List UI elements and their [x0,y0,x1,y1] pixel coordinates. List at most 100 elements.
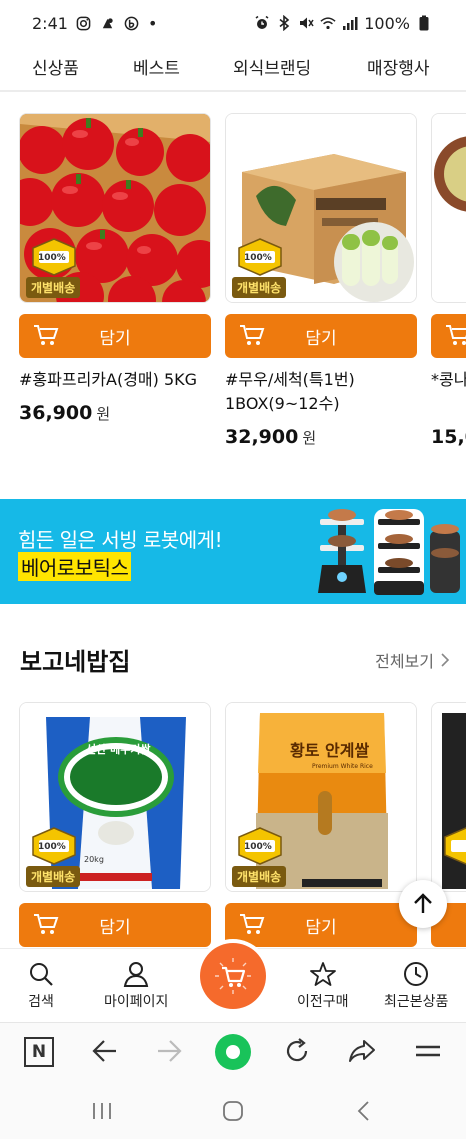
individual-shipping-badge: 개별배송 [232,866,287,887]
tab-new-products[interactable]: 신상품 [32,54,79,79]
product-image-red-paprika[interactable]: 100% 개별배송 [19,113,211,303]
rice-bag-weight: 20kg [84,855,104,864]
person-icon [123,962,149,987]
banner-headline: 힘든 일은 서빙 로봇에게! [18,528,223,552]
add-to-cart-button[interactable]: 담기 [225,314,417,358]
individual-shipping-badge: 개별배송 [232,277,287,298]
share-icon[interactable] [348,1037,376,1065]
product-image-rice-bag-2[interactable]: 황토 안계쌀 Premium White Rice 100% 개별배송 [225,702,417,892]
product-card[interactable]: 황토 안계쌀 Premium White Rice 100% 개별배송 담기 [225,702,417,947]
badge-text: 100% [38,842,66,852]
rice-bag-title: 선산 메뚜기쌀 [86,743,151,756]
add-to-cart-button[interactable]: 담기 [19,903,211,947]
product-name[interactable]: #무우/세척(특1번) 1BOX(9~12수) [225,368,417,416]
tab-store-events[interactable]: 매장행사 [367,54,430,79]
rice-bag-subtitle: Premium White Rice [312,763,373,770]
star-icon [309,962,336,986]
nav-previous-purchase-label: 이전구매 [297,994,349,1010]
app-notification-icon [100,15,116,31]
status-dot: • [147,13,158,33]
cart-icon [33,912,59,941]
product-carousel-top[interactable]: 100% 개별배송 담기 #홍파프리카A(경매) 5KG 36,900 원 10… [0,113,466,463]
section-title: 보고네밥집 [20,648,131,676]
naver-n-label: N [31,1042,47,1062]
tab-restaurant-branding[interactable]: 외식브랜딩 [233,54,311,79]
badge-text: 100% [244,253,272,263]
category-tabs: 신상품 베스트 외식브랜딩 매장행사 [0,46,466,92]
product-price: 36,900 원 [19,402,211,424]
price-value: 32,900 [225,426,299,448]
product-name[interactable]: #홍파프리카A(경매) 5KG [19,368,211,392]
status-bar: 2:41 • 100% [0,0,466,46]
badge-text: 100% [244,842,272,852]
freshness-badge-icon [444,827,466,865]
nav-search-label: 검색 [28,994,54,1010]
status-time: 2:41 [32,13,68,33]
product-card[interactable]: 100% 개별배송 담기 #무우/세척(특1번) 1BOX(9~12수) 32,… [225,113,417,448]
product-carousel-bottom[interactable]: 선산 메뚜기쌀 20kg 100% 개별배송 담기 황토 안계쌀 Premium… [0,702,466,948]
individual-shipping-badge: 개별배송 [26,866,81,887]
product-card[interactable]: 선산 메뚜기쌀 20kg 100% 개별배송 담기 [19,702,211,947]
nav-recently-viewed[interactable]: 최근본상품 [384,961,448,1011]
nav-mypage[interactable]: 마이페이지 [104,961,168,1011]
green-dot-icon [226,1045,240,1059]
view-all-label: 전체보기 [375,652,434,671]
browser-toolbar: N [0,1022,466,1080]
add-to-cart-label: 담기 [99,328,131,349]
battery-percent: 100% [364,13,410,33]
serving-robot-banner[interactable]: 힘든 일은 서빙 로봇에게! 베어로보틱스 [0,499,466,604]
status-left: 2:41 • [32,14,157,33]
banner-brand: 베어로보틱스 [18,552,132,581]
nav-previous-purchase[interactable]: 이전구매 [297,961,349,1011]
cart-icon [239,912,265,941]
product-image-partial[interactable] [431,702,466,892]
add-to-cart-button[interactable]: 담기 [225,903,417,947]
product-image-radish-box[interactable]: 100% 개별배송 [225,113,417,303]
product-image-rice-bag-1[interactable]: 선산 메뚜기쌀 20kg 100% 개별배송 [19,702,211,892]
price-value: 36,900 [19,402,93,424]
price-value: 15,0 [431,426,466,448]
signal-icon [342,15,358,31]
product-card[interactable]: *콩나 15,0 [431,113,466,448]
b-app-icon [124,15,140,31]
status-right: 100% [254,14,432,33]
arrow-up-icon [414,893,432,913]
add-to-cart-button[interactable]: 담기 [19,314,211,358]
currency-unit: 원 [96,405,111,423]
product-name[interactable]: *콩나 [431,368,466,392]
product-card[interactable]: 100% 개별배송 담기 #홍파프리카A(경매) 5KG 36,900 원 [19,113,211,424]
badge-text: 100% [38,253,66,263]
individual-shipping-badge: 개별배송 [26,277,81,298]
tab-best[interactable]: 베스트 [133,54,180,79]
system-nav-bar [0,1080,466,1139]
add-to-cart-label: 담기 [305,328,337,349]
scroll-to-top-button[interactable] [399,880,447,928]
currency-unit: 원 [302,429,317,447]
recent-apps-icon[interactable] [91,1101,113,1121]
view-all-link[interactable]: 전체보기 [375,648,450,672]
home-icon[interactable] [222,1100,244,1122]
add-to-cart-label: 담기 [305,917,337,938]
product-price: 15,0 [431,426,466,448]
add-to-cart-label: 담기 [99,917,131,938]
serving-robots-image [318,509,460,595]
add-to-cart-button[interactable] [431,314,466,358]
product-price: 32,900 원 [225,426,417,448]
menu-icon[interactable] [414,1037,442,1065]
search-icon [30,963,53,986]
center-cart-button[interactable] [200,943,266,1009]
back-arrow-icon[interactable] [92,1037,118,1065]
nav-recently-viewed-label: 최근본상품 [384,994,449,1010]
battery-icon [416,15,432,31]
clock-icon [404,962,429,986]
green-dot-button[interactable] [215,1034,251,1070]
product-image-bean-sprouts[interactable] [431,113,466,303]
cart-icon [33,323,59,352]
wifi-icon [320,15,336,31]
mute-icon [298,15,314,31]
back-icon[interactable] [356,1100,372,1122]
refresh-icon[interactable] [284,1037,310,1065]
alarm-icon [254,15,270,31]
nav-search[interactable]: 검색 [28,961,54,1011]
naver-home-button[interactable]: N [24,1037,54,1067]
